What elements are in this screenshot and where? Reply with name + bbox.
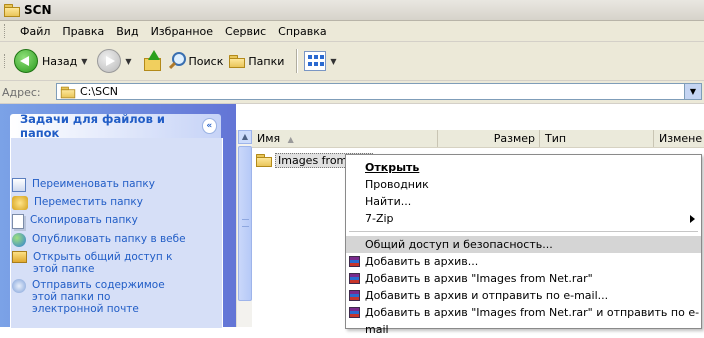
column-modified[interactable]: Измене [654, 130, 704, 147]
task-share-folder[interactable]: Открыть общий доступ к этой папке [12, 251, 223, 275]
tasks-header-label: Задачи для файлов и папок [20, 112, 165, 140]
menu-item-7zip[interactable]: 7-Zip [346, 210, 701, 227]
winrar-icon [349, 256, 360, 267]
menu-item-rar-email[interactable]: Добавить в архив и отправить по e-mail..… [346, 287, 701, 304]
folder-up-icon [142, 50, 162, 72]
search-button[interactable]: Поиск [168, 52, 224, 70]
share-icon [12, 251, 27, 263]
menu-item-rar-named-email[interactable]: Добавить в архив "Images from Net.rar" и… [346, 304, 701, 336]
menu-item-label: Добавить в архив "Images from Net.rar" [365, 272, 593, 285]
menu-separator [349, 231, 698, 232]
mail-icon [12, 279, 26, 293]
menu-item-label: Проводник [365, 178, 429, 191]
column-modified-label: Измене [659, 132, 703, 145]
menu-item-find[interactable]: Найти... [346, 193, 701, 210]
menu-item-label: 7-Zip [365, 212, 394, 225]
address-value: C:\SCN [80, 85, 118, 98]
collapse-chevron-icon[interactable]: « [201, 118, 217, 134]
menu-favorites[interactable]: Избранное [145, 25, 219, 38]
folders-label: Папки [248, 54, 285, 68]
back-label: Назад [42, 54, 78, 68]
menu-tools[interactable]: Сервис [219, 25, 272, 38]
menu-item-rar-add-named[interactable]: Добавить в архив "Images from Net.rar" [346, 270, 701, 287]
task-pane-scrollbar[interactable]: ▲ [236, 130, 253, 327]
task-copy-folder[interactable]: Скопировать папку [12, 214, 223, 229]
toolbar-separator [296, 49, 299, 73]
sort-ascending-icon: ▲ [287, 135, 294, 144]
menu-item-open[interactable]: Открыть [346, 159, 701, 176]
submenu-arrow-icon [690, 215, 695, 223]
menu-view[interactable]: Вид [110, 25, 144, 38]
folder-icon [256, 154, 272, 167]
task-label: Опубликовать папку в вебе [32, 233, 186, 245]
column-size-label: Размер [493, 132, 535, 145]
address-field[interactable]: C:\SCN ▼ [56, 83, 702, 100]
forward-arrow-icon [97, 49, 122, 73]
menu-item-label: Общий доступ и безопасность... [365, 238, 553, 251]
column-size[interactable]: Размер [438, 130, 540, 147]
toolbar-grip [4, 54, 8, 68]
menu-item-label: Добавить в архив и отправить по e-mail..… [365, 289, 609, 302]
column-name-label: Имя [257, 132, 281, 145]
globe-icon [12, 233, 26, 247]
folders-icon [229, 55, 246, 68]
column-type-label: Тип [545, 132, 567, 145]
task-publish-web[interactable]: Опубликовать папку в вебе [12, 233, 223, 247]
winrar-icon [349, 290, 360, 301]
column-type[interactable]: Тип [540, 130, 654, 147]
tasks-header[interactable]: Задачи для файлов и папок « [10, 112, 221, 140]
task-label: Переместить папку [34, 196, 143, 208]
menu-item-label: Найти... [365, 195, 412, 208]
address-label: Адрес: [2, 85, 41, 99]
address-dropdown-icon[interactable]: ▼ [684, 84, 701, 99]
back-button[interactable]: Назад ▼ [14, 49, 91, 73]
address-folder-icon [60, 86, 76, 98]
menu-item-rar-add[interactable]: Добавить в архив... [346, 253, 701, 270]
up-button[interactable] [142, 50, 162, 72]
column-name[interactable]: Имя ▲ [252, 130, 438, 147]
context-menu: Открыть Проводник Найти... 7-Zip Общий д… [345, 154, 702, 336]
column-headers: Имя ▲ Размер Тип Измене [252, 130, 704, 148]
task-email-folder[interactable]: Отправить содержимое этой папки по элект… [12, 279, 223, 315]
views-button[interactable]: ▼ [304, 51, 340, 71]
winrar-icon [349, 273, 360, 284]
task-label: Открыть общий доступ к этой папке [33, 251, 173, 275]
task-label: Переименовать папку [32, 178, 155, 190]
back-dropdown-icon[interactable]: ▼ [81, 57, 87, 66]
title-bar: SCN [0, 0, 704, 21]
move-icon [12, 196, 28, 210]
menu-item-label: Открыть [365, 161, 420, 174]
scroll-up-icon[interactable]: ▲ [238, 130, 252, 144]
menu-file[interactable]: Файл [14, 25, 56, 38]
search-icon [168, 52, 186, 70]
window-title: SCN [24, 3, 52, 17]
search-label: Поиск [188, 54, 224, 68]
menu-item-sharing[interactable]: Общий доступ и безопасность... [346, 236, 701, 253]
views-icon [304, 51, 327, 71]
menu-item-label: Добавить в архив... [365, 255, 479, 268]
views-dropdown-icon[interactable]: ▼ [330, 57, 336, 66]
toolbar: Назад ▼ ▼ Поиск Папки ▼ [0, 42, 704, 81]
folder-icon [4, 4, 20, 17]
tasks-list: Переименовать папку Переместить папку Ск… [12, 178, 223, 319]
menu-item-explorer[interactable]: Проводник [346, 176, 701, 193]
task-label: Скопировать папку [30, 214, 138, 226]
menu-item-label: Добавить в архив "Images from Net.rar" и… [365, 306, 700, 336]
folders-button[interactable]: Папки [229, 55, 284, 68]
task-move-folder[interactable]: Переместить папку [12, 196, 223, 210]
task-rename-folder[interactable]: Переименовать папку [12, 178, 223, 192]
menu-edit[interactable]: Правка [56, 25, 110, 38]
scroll-thumb[interactable] [238, 146, 252, 301]
menu-bar: Файл Правка Вид Избранное Сервис Справка [0, 21, 704, 42]
rename-icon [12, 178, 26, 192]
menu-help[interactable]: Справка [272, 25, 332, 38]
forward-dropdown-icon[interactable]: ▼ [125, 57, 131, 66]
copy-icon [12, 214, 24, 229]
back-arrow-icon [14, 49, 38, 73]
winrar-icon [349, 307, 360, 318]
task-label: Отправить содержимое этой папки по элект… [32, 279, 165, 315]
forward-button[interactable]: ▼ [97, 49, 135, 73]
menu-grip [4, 24, 8, 38]
address-bar: Адрес: C:\SCN ▼ [0, 81, 704, 104]
